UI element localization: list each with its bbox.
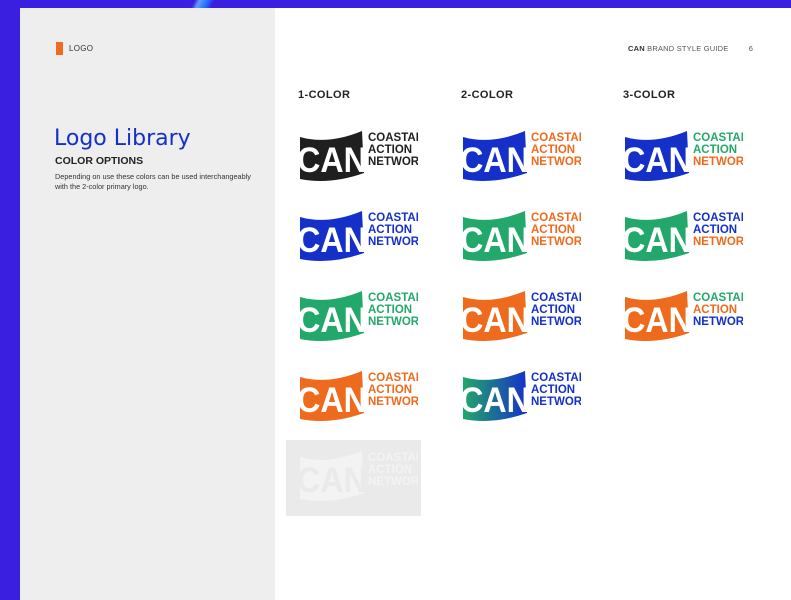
logo-line-2: ACTION bbox=[368, 464, 412, 476]
header-guide: BRAND STYLE GUIDE bbox=[647, 44, 729, 53]
style-guide-page: LOGO Logo Library COLOR OPTIONS Dependin… bbox=[20, 8, 791, 600]
logo-line-3: NETWORK bbox=[531, 236, 581, 248]
can-logo-1-color-4: CANCOASTALACTIONNETWORK bbox=[297, 363, 428, 423]
can-logo-1-color-2: CANCOASTALACTIONNETWORK bbox=[297, 203, 428, 263]
logo-line-1: COASTAL bbox=[368, 292, 418, 304]
section-tag: LOGO bbox=[56, 42, 93, 55]
logo-mark: CAN bbox=[461, 222, 530, 261]
logo-line-2: ACTION bbox=[368, 144, 412, 156]
can-logo-1-color-3: CANCOASTALACTIONNETWORK bbox=[297, 283, 428, 343]
orange-square-icon bbox=[56, 42, 63, 55]
can-logo-1-color-1: CANCOASTALACTIONNETWORK bbox=[297, 123, 428, 183]
logo-mark: CAN bbox=[623, 222, 692, 261]
page-description: Depending on use these colors can be use… bbox=[55, 172, 251, 191]
logo-line-1: COASTAL bbox=[693, 292, 743, 304]
logo-line-2: ACTION bbox=[531, 144, 575, 156]
logo-line-3: NETWORK bbox=[368, 236, 418, 248]
logo-mark: CAN bbox=[298, 462, 367, 501]
logo-line-1: COASTAL bbox=[693, 212, 743, 224]
can-logo-3-color-1: CANCOASTALACTIONNETWORK bbox=[622, 123, 753, 183]
header-brand: CAN bbox=[628, 44, 645, 53]
logo-line-3: NETWORK bbox=[693, 236, 743, 248]
logo-line-2: ACTION bbox=[531, 304, 575, 316]
can-logo-2-color-3: CANCOASTALACTIONNETWORK bbox=[460, 283, 591, 343]
logo-mark: CAN bbox=[623, 302, 692, 341]
logo-line-1: COASTAL bbox=[693, 132, 743, 144]
can-logo-3-color-3: CANCOASTALACTIONNETWORK bbox=[622, 283, 753, 343]
logo-mark: CAN bbox=[298, 302, 367, 341]
can-logo-2-color-2: CANCOASTALACTIONNETWORK bbox=[460, 203, 591, 263]
logo-line-3: NETWORK bbox=[368, 156, 418, 168]
logo-line-1: COASTAL bbox=[368, 132, 418, 144]
running-header: CAN BRAND STYLE GUIDE 6 bbox=[628, 44, 753, 53]
logo-mark: CAN bbox=[461, 302, 530, 341]
can-logo-2-color-1: CANCOASTALACTIONNETWORK bbox=[460, 123, 591, 183]
logo-line-2: ACTION bbox=[368, 304, 412, 316]
logo-line-1: COASTAL bbox=[368, 372, 418, 384]
logo-line-2: ACTION bbox=[368, 224, 412, 236]
left-panel: LOGO Logo Library COLOR OPTIONS Dependin… bbox=[20, 8, 275, 600]
logo-line-2: ACTION bbox=[693, 304, 737, 316]
can-logo-2-color-4: CANCOASTALACTIONNETWORK bbox=[460, 363, 591, 423]
logo-line-3: NETWORK bbox=[368, 316, 418, 328]
logo-line-1: COASTAL bbox=[368, 452, 418, 464]
logo-line-3: NETWORK bbox=[693, 156, 743, 168]
logo-mark: CAN bbox=[623, 142, 692, 181]
can-logo-3-color-2: CANCOASTALACTIONNETWORK bbox=[622, 203, 753, 263]
logo-line-3: NETWORK bbox=[693, 316, 743, 328]
logo-mark: CAN bbox=[461, 382, 530, 421]
logo-line-3: NETWORK bbox=[531, 156, 581, 168]
column-heading-3-color: 3-COLOR bbox=[623, 89, 676, 101]
logo-line-2: ACTION bbox=[531, 224, 575, 236]
page-number: 6 bbox=[748, 44, 754, 53]
logo-line-1: COASTAL bbox=[368, 212, 418, 224]
logo-line-2: ACTION bbox=[368, 384, 412, 396]
logo-line-2: ACTION bbox=[693, 224, 737, 236]
logo-line-1: COASTAL bbox=[531, 372, 581, 384]
logo-mark: CAN bbox=[461, 142, 530, 181]
logo-line-2: ACTION bbox=[531, 384, 575, 396]
column-heading-1-color: 1-COLOR bbox=[298, 89, 351, 101]
logo-line-1: COASTAL bbox=[531, 292, 581, 304]
page-title: Logo Library bbox=[54, 126, 191, 151]
column-heading-2-color: 2-COLOR bbox=[461, 89, 514, 101]
logo-mark: CAN bbox=[298, 382, 367, 421]
logo-line-3: NETWORK bbox=[531, 316, 581, 328]
page-subtitle: COLOR OPTIONS bbox=[55, 155, 144, 167]
logo-line-3: NETWORK bbox=[368, 476, 418, 488]
logo-mark: CAN bbox=[298, 222, 367, 261]
logo-mark: CAN bbox=[298, 142, 367, 181]
logo-line-3: NETWORK bbox=[531, 396, 581, 408]
logo-line-1: COASTAL bbox=[531, 212, 581, 224]
logo-line-2: ACTION bbox=[693, 144, 737, 156]
can-logo-1-color-5: CANCOASTALACTIONNETWORK bbox=[297, 443, 428, 503]
section-label: LOGO bbox=[69, 44, 94, 53]
logo-line-1: COASTAL bbox=[531, 132, 581, 144]
logo-line-3: NETWORK bbox=[368, 396, 418, 408]
